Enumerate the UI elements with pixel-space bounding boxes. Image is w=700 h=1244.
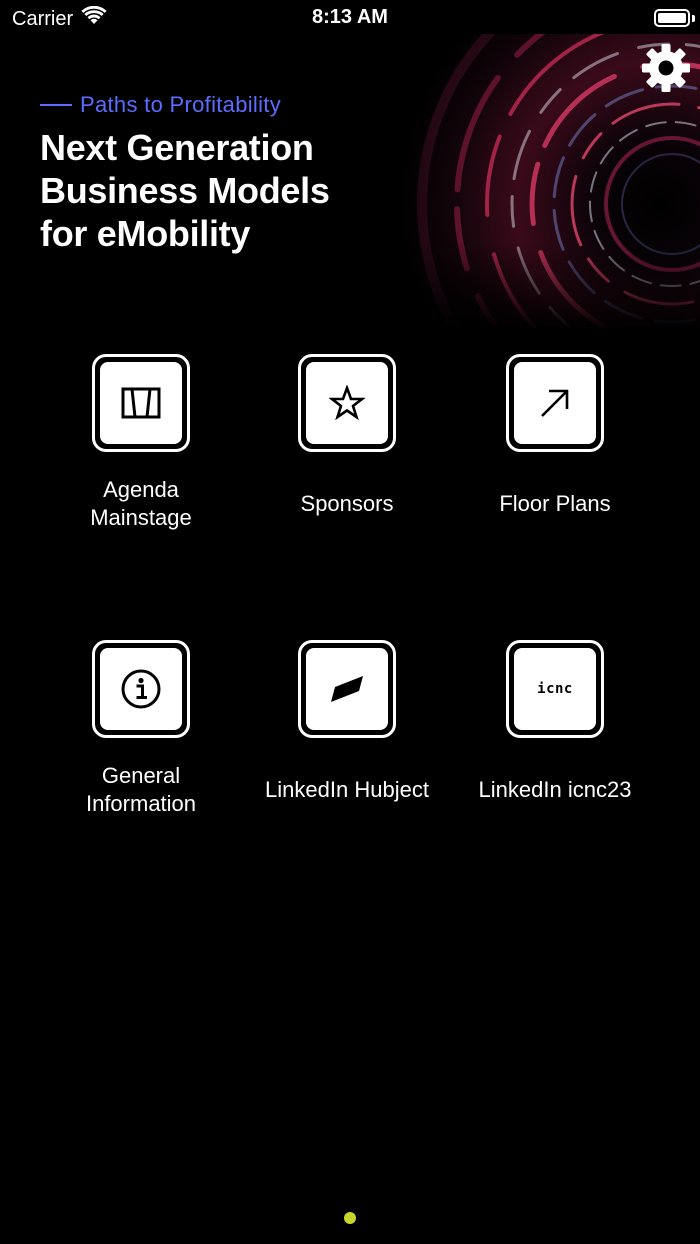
clock: 8:13 AM <box>312 6 388 28</box>
tile-sponsors[interactable]: Sponsors <box>247 354 447 532</box>
tile-linkedin-hubject[interactable]: LinkedIn Hubject <box>247 640 447 818</box>
banner-subtitle: Paths to Profitability <box>40 92 281 118</box>
info-icon <box>121 669 161 709</box>
settings-button[interactable] <box>640 42 692 94</box>
tile-sponsors-frame <box>298 354 396 452</box>
subtitle-dash <box>40 104 72 106</box>
tile-label-floor-plans: Floor Plans <box>499 491 611 516</box>
subtitle-text: Paths to Profitability <box>80 92 282 117</box>
tile-agenda-mainstage[interactable]: Agenda Mainstage <box>41 354 241 532</box>
page-indicator-dot[interactable] <box>344 1212 356 1224</box>
tile-floor-plans-frame <box>506 354 604 452</box>
status-bar: Carrier 8:13 AM <box>0 0 700 36</box>
icnc-logo-icon: icnc <box>537 681 573 697</box>
tile-label-hubject: LinkedIn Hubject <box>265 777 429 802</box>
tile-general-info-frame <box>92 640 190 738</box>
battery-fill <box>658 13 686 23</box>
tile-label-agenda: Agenda Mainstage <box>90 477 192 530</box>
arrow-up-right-icon <box>541 389 569 417</box>
banner-headline: Next Generation Business Models for eMob… <box>40 126 460 255</box>
tile-hubject-frame <box>298 640 396 738</box>
tile-linkedin-icnc23[interactable]: icnc LinkedIn icnc23 <box>455 640 655 818</box>
app-screen: Carrier 8:13 AM Paths to Profitability N… <box>0 0 700 1244</box>
tile-agenda-frame <box>92 354 190 452</box>
headline-line-1: Next Generation <box>40 127 314 168</box>
agenda-icon <box>121 387 161 419</box>
headline-line-2: Business Models <box>40 170 330 211</box>
tile-floor-plans[interactable]: Floor Plans <box>455 354 655 532</box>
event-banner: Paths to Profitability Next Generation B… <box>0 34 700 330</box>
tile-label-icnc23: LinkedIn icnc23 <box>478 777 632 802</box>
gear-icon <box>642 44 690 92</box>
tile-general-information[interactable]: General Information <box>41 640 241 818</box>
tile-label-general-info: General Information <box>85 763 197 816</box>
hubject-logo-icon <box>331 676 363 702</box>
tile-icnc-frame: icnc <box>506 640 604 738</box>
star-icon <box>329 385 365 421</box>
battery-icon <box>654 9 690 27</box>
battery-nub <box>692 15 695 22</box>
tile-label-sponsors: Sponsors <box>300 491 394 516</box>
headline-line-3: for eMobility <box>40 213 251 254</box>
